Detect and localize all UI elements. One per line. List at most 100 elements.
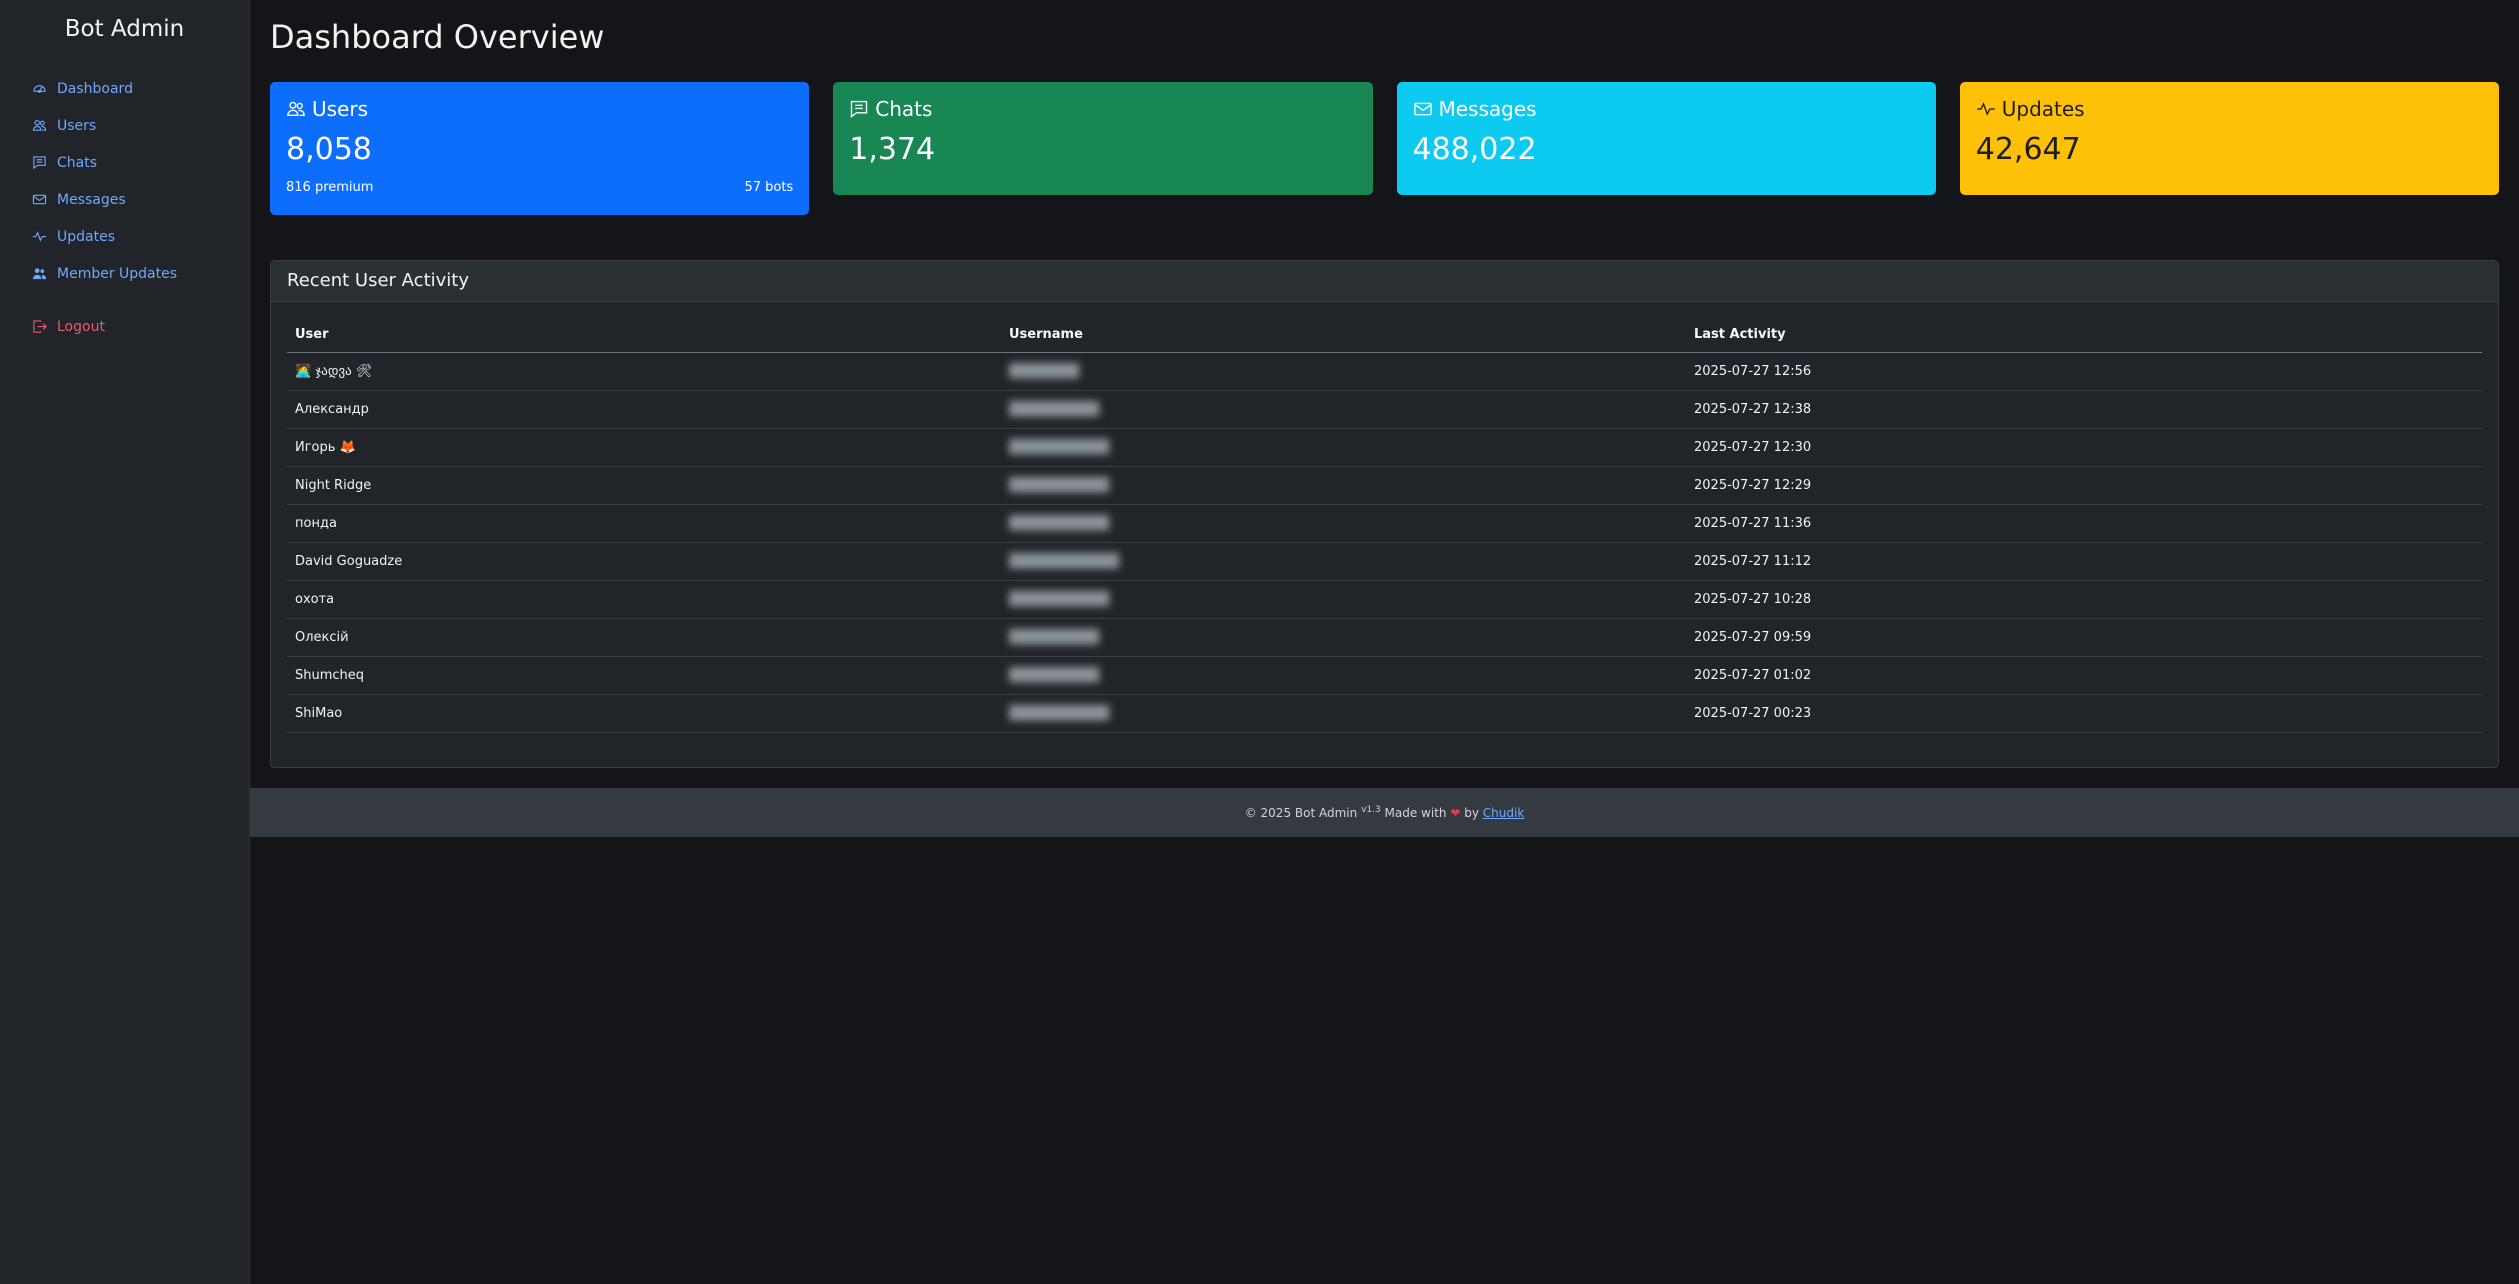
people-fill-icon bbox=[32, 266, 48, 282]
footer-copyright: © 2025 Bot Admin bbox=[1244, 806, 1358, 820]
sidebar-item-messages[interactable]: Messages bbox=[0, 181, 249, 218]
table-header-row: User Username Last Activity bbox=[287, 317, 2482, 353]
table-row: Игорь 🦊 ██████████ 2025-07-27 12:30 bbox=[287, 428, 2482, 467]
table-row: понда ██████████ 2025-07-27 11:36 bbox=[287, 504, 2482, 543]
user-cell: Александр bbox=[287, 390, 1001, 429]
username-text: █████████ bbox=[1009, 629, 1099, 645]
username-text: ██████████ bbox=[1009, 591, 1109, 607]
username-cell: ██████████ bbox=[1001, 466, 1686, 505]
last-activity-cell: 2025-07-27 00:23 bbox=[1686, 694, 2482, 733]
sidebar-nav: Dashboard Users Chats Messages Updates M… bbox=[0, 70, 249, 345]
sidebar-item-label: Messages bbox=[57, 191, 126, 208]
user-cell: 🧑‍💻 ჯადვა 🛠 bbox=[287, 352, 1001, 391]
username-text: ███████ bbox=[1009, 363, 1079, 379]
user-cell: Shumcheq bbox=[287, 656, 1001, 695]
envelope-icon bbox=[32, 192, 48, 208]
sidebar-item-users[interactable]: Users bbox=[0, 107, 249, 144]
user-cell: ShiMao bbox=[287, 694, 1001, 733]
chat-icon bbox=[849, 99, 869, 119]
updates-stat-value: 42,647 bbox=[1975, 132, 2081, 167]
last-activity-cell: 2025-07-27 10:28 bbox=[1686, 580, 2482, 619]
last-activity-cell: 2025-07-27 11:12 bbox=[1686, 542, 2482, 581]
user-cell: Игорь 🦊 bbox=[287, 428, 1001, 467]
chats-stat-value: 1,374 bbox=[849, 132, 936, 167]
last-activity-cell: 2025-07-27 12:29 bbox=[1686, 466, 2482, 505]
username-text: ███████████ bbox=[1009, 553, 1119, 569]
logout-label: Logout bbox=[57, 318, 105, 335]
people-icon bbox=[286, 99, 306, 119]
user-cell: David Goguadze bbox=[287, 542, 1001, 581]
footer-by: by bbox=[1464, 806, 1479, 820]
last-activity-cell: 2025-07-27 09:59 bbox=[1686, 618, 2482, 657]
username-cell: █████████ bbox=[1001, 656, 1686, 695]
table-row: David Goguadze ███████████ 2025-07-27 11:1… bbox=[287, 542, 2482, 581]
username-text: ██████████ bbox=[1009, 439, 1109, 455]
sidebar: Bot Admin Dashboard Users Chats Messages bbox=[0, 0, 250, 1284]
last-activity-cell: 2025-07-27 12:56 bbox=[1686, 352, 2482, 391]
sidebar-item-chats[interactable]: Chats bbox=[0, 144, 249, 181]
username-cell: ██████████ bbox=[1001, 428, 1686, 467]
activity-table-body: 🧑‍💻 ჯადვა 🛠 ███████ 2025-07-27 12:56 Алекса… bbox=[287, 352, 2482, 733]
username-text: ██████████ bbox=[1009, 515, 1109, 531]
panel-title: Recent User Activity bbox=[271, 261, 2498, 302]
users-stat-card: Users 8,058 816 premium 57 bots bbox=[270, 82, 810, 215]
user-cell: Night Ridge bbox=[287, 466, 1001, 505]
users-stat-label: Users bbox=[312, 97, 369, 121]
speedometer-icon bbox=[32, 81, 48, 97]
messages-stat-card: Messages 488,022 bbox=[1396, 82, 1936, 195]
table-row: Night Ridge ██████████ 2025-07-27 12:29 bbox=[287, 466, 2482, 505]
username-text: █████████ bbox=[1009, 667, 1099, 683]
activity-table: User Username Last Activity 🧑‍💻 ჯადვა 🛠 █… bbox=[287, 317, 2482, 733]
sidebar-item-label: Users bbox=[57, 117, 97, 134]
updates-stat-card: Updates 42,647 bbox=[1959, 82, 2499, 195]
messages-stat-value: 488,022 bbox=[1412, 132, 1537, 167]
page-title: Dashboard Overview bbox=[270, 18, 605, 56]
bots-count: 57 bots bbox=[744, 180, 794, 195]
sidebar-item-label: Chats bbox=[57, 154, 98, 171]
footer: © 2025 Bot Admin v1.3 Made with ❤ by Chu… bbox=[250, 788, 2519, 837]
username-cell: ██████████ bbox=[1001, 694, 1686, 733]
stats-cards: Users 8,058 816 premium 57 bots Chats 1,… bbox=[270, 82, 2499, 215]
chats-stat-card: Chats 1,374 bbox=[833, 82, 1373, 195]
last-activity-cell: 2025-07-27 01:02 bbox=[1686, 656, 2482, 695]
sidebar-item-updates[interactable]: Updates bbox=[0, 218, 249, 255]
column-header-last-activity: Last Activity bbox=[1686, 317, 2482, 353]
last-activity-cell: 2025-07-27 11:36 bbox=[1686, 504, 2482, 543]
footer-made-with: Made with bbox=[1384, 806, 1447, 820]
last-activity-cell: 2025-07-27 12:38 bbox=[1686, 390, 2482, 429]
heart-icon: ❤ bbox=[1450, 806, 1461, 820]
updates-stat-label: Updates bbox=[2001, 97, 2085, 121]
logout-icon bbox=[32, 319, 48, 335]
users-stat-value: 8,058 bbox=[286, 132, 372, 167]
table-row: охота ██████████ 2025-07-27 10:28 bbox=[287, 580, 2482, 619]
version-badge: v1.3 bbox=[1361, 805, 1381, 815]
username-cell: █████████ bbox=[1001, 618, 1686, 657]
user-cell: охота bbox=[287, 580, 1001, 619]
main-content: Dashboard Overview Users 8,058 816 premi… bbox=[250, 0, 2519, 1284]
envelope-icon bbox=[1413, 99, 1433, 119]
sidebar-item-label: Dashboard bbox=[57, 80, 133, 97]
sidebar-item-dashboard[interactable]: Dashboard bbox=[0, 70, 249, 107]
last-activity-cell: 2025-07-27 12:30 bbox=[1686, 428, 2482, 467]
brand-title: Bot Admin bbox=[64, 16, 185, 42]
sidebar-item-label: Member Updates bbox=[57, 265, 178, 282]
table-row: Shumcheq █████████ 2025-07-27 01:02 bbox=[287, 656, 2482, 695]
messages-stat-label: Messages bbox=[1438, 97, 1537, 121]
sidebar-item-logout[interactable]: Logout bbox=[0, 308, 249, 345]
username-text: █████████ bbox=[1009, 401, 1099, 417]
sidebar-item-member-updates[interactable]: Member Updates bbox=[0, 255, 249, 292]
username-cell: ███████ bbox=[1001, 352, 1686, 391]
activity-icon bbox=[1976, 99, 1996, 119]
username-text: ██████████ bbox=[1009, 705, 1109, 721]
column-header-username: Username bbox=[1001, 317, 1686, 353]
username-text: ██████████ bbox=[1009, 477, 1109, 493]
author-link[interactable]: Chudik bbox=[1483, 806, 1525, 820]
people-icon bbox=[32, 118, 48, 134]
activity-icon bbox=[32, 229, 48, 245]
username-cell: ███████████ bbox=[1001, 542, 1686, 581]
user-cell: Олексій bbox=[287, 618, 1001, 657]
recent-activity-panel: Recent User Activity User Username Last … bbox=[270, 260, 2499, 768]
table-row: 🧑‍💻 ჯადვა 🛠 ███████ 2025-07-27 12:56 bbox=[287, 352, 2482, 391]
sidebar-item-label: Updates bbox=[57, 228, 115, 245]
username-cell: █████████ bbox=[1001, 390, 1686, 429]
